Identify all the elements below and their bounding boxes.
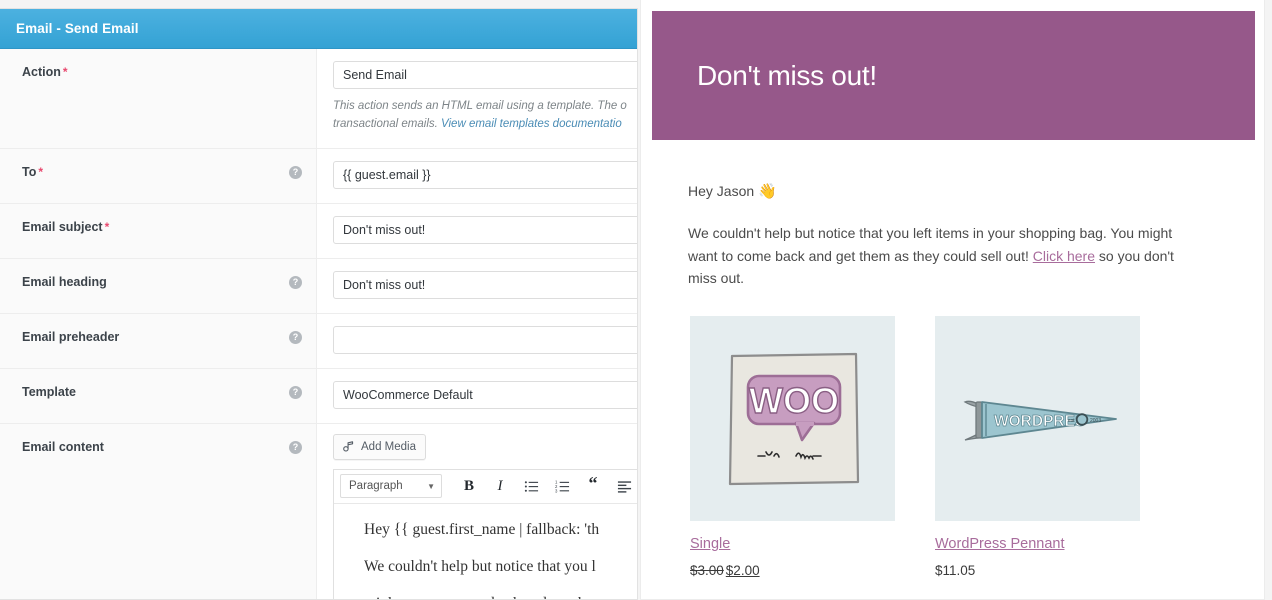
help-icon[interactable]: ? xyxy=(289,275,302,289)
editor-paragraph: might want to come back and get ther xyxy=(364,592,637,599)
field-label-template: Template xyxy=(22,384,76,399)
field-cell-email-subject: Don't miss out! xyxy=(317,203,637,258)
form-row-template: Template ? WooCommerce Default xyxy=(0,368,637,424)
chevron-down-icon: ▼ xyxy=(427,481,435,491)
price-original: $3.00 xyxy=(690,563,724,579)
svg-text:2003: 2003 xyxy=(1090,418,1101,424)
numbered-list-button[interactable]: 1 2 3 xyxy=(548,473,576,499)
product-item: WOO Single $3.00 $2.00 xyxy=(690,316,895,578)
product-thumbnail[interactable]: WOO xyxy=(690,316,895,522)
email-templates-doc-link[interactable]: View email templates documentatio xyxy=(441,118,622,130)
email-preview-heading: Don't miss out! xyxy=(697,59,877,91)
field-cell-template: WooCommerce Default xyxy=(317,368,637,423)
bulleted-list-button[interactable] xyxy=(517,473,545,499)
add-media-label: Add Media xyxy=(361,440,416,453)
description-line-1: This action sends an HTML email using a … xyxy=(333,100,627,112)
email-greeting: Hey Jason 👋 xyxy=(688,182,1229,200)
settings-form: Action * Send Email This action sends an … xyxy=(0,49,637,599)
add-media-icon xyxy=(341,440,355,454)
price-regular: $11.05 xyxy=(935,563,976,579)
to-input[interactable]: {{ guest.email }} xyxy=(333,160,637,189)
field-cell-action: Send Email This action sends an HTML ema… xyxy=(317,49,637,148)
editor-paragraph: We couldn't help but notice that you l xyxy=(364,557,596,575)
product-thumbnail[interactable]: WORDPRES est 2003 xyxy=(935,316,1140,522)
product-name-link[interactable]: Single xyxy=(690,536,895,552)
label-cell-template: Template ? xyxy=(0,368,317,423)
required-marker: * xyxy=(38,164,44,179)
required-marker: * xyxy=(62,65,68,79)
form-row-to: To * ? {{ guest.email }} xyxy=(0,148,637,204)
waving-hand-icon: 👋 xyxy=(758,183,777,200)
email-preview-panel: Don't miss out! Hey Jason 👋 We couldn't … xyxy=(640,0,1265,600)
help-icon[interactable]: ? xyxy=(289,330,302,344)
label-cell-email-heading: Email heading ? xyxy=(0,258,317,313)
form-row-email-subject: Email subject * Don't miss out! xyxy=(0,203,637,259)
label-cell-action: Action * xyxy=(0,49,317,148)
product-item: WORDPRES est 2003 WordPress Pennant $11.… xyxy=(935,316,1140,578)
label-cell-email-preheader: Email preheader ? xyxy=(0,313,317,368)
screenshot-root: Email - Send Email Action * Send Email Th… xyxy=(0,0,1272,600)
form-row-action: Action * Send Email This action sends an … xyxy=(0,49,637,149)
product-price: $11.05 xyxy=(935,563,1140,578)
price-sale: $2.00 xyxy=(725,563,760,579)
format-select-value: Paragraph xyxy=(349,480,403,493)
greeting-text: Hey Jason xyxy=(688,183,755,199)
required-marker: * xyxy=(104,219,110,234)
svg-text:WOO: WOO xyxy=(749,380,839,421)
form-row-email-content: Email content ? Add Media Paragraph ▼ B … xyxy=(0,423,637,599)
email-heading-input[interactable]: Don't miss out! xyxy=(333,270,637,299)
email-preheader-input[interactable] xyxy=(333,325,637,354)
field-label-action: Action * xyxy=(22,65,68,79)
action-select[interactable]: Send Email xyxy=(333,61,637,89)
email-preview-header: Don't miss out! xyxy=(652,11,1255,140)
help-icon[interactable]: ? xyxy=(289,385,302,399)
svg-text:3: 3 xyxy=(555,488,558,493)
format-select[interactable]: Paragraph ▼ xyxy=(340,474,442,499)
click-here-link[interactable]: Click here xyxy=(1033,248,1095,264)
action-description: This action sends an HTML email using a … xyxy=(333,98,637,134)
woo-the-single-album-cover-icon: WOO xyxy=(717,343,868,494)
form-row-email-heading: Email heading ? Don't miss out! xyxy=(0,258,637,314)
align-left-button[interactable] xyxy=(610,473,637,499)
editor-toolbar: Paragraph ▼ B I 1 2 3 “ xyxy=(334,469,637,504)
field-cell-email-preheader xyxy=(317,313,637,368)
metabox-header: Email - Send Email xyxy=(0,9,637,49)
field-label-to: To * xyxy=(22,164,44,179)
form-row-email-preheader: Email preheader ? xyxy=(0,313,637,369)
field-label-email-heading: Email heading xyxy=(22,274,107,289)
product-price: $3.00 $2.00 xyxy=(690,563,895,578)
field-label-email-subject: Email subject * xyxy=(22,219,110,234)
label-cell-email-subject: Email subject * xyxy=(0,203,317,258)
italic-button[interactable]: I xyxy=(486,473,514,499)
label-cell-email-content: Email content ? xyxy=(0,423,317,599)
metabox-title: Email - Send Email xyxy=(16,21,139,36)
template-select[interactable]: WooCommerce Default xyxy=(333,380,637,409)
field-label-email-content: Email content xyxy=(22,439,104,454)
email-action-metabox: Email - Send Email Action * Send Email Th… xyxy=(0,8,638,600)
field-cell-email-heading: Don't miss out! xyxy=(317,258,637,313)
help-icon[interactable]: ? xyxy=(289,440,302,454)
field-label-email-preheader: Email preheader xyxy=(22,329,120,344)
email-body-paragraph: We couldn't help but notice that you lef… xyxy=(688,222,1193,290)
label-cell-to: To * ? xyxy=(0,148,317,203)
field-cell-to: {{ guest.email }} xyxy=(317,148,637,203)
field-cell-email-content: Add Media Paragraph ▼ B I 1 2 3 “ Hey {{… xyxy=(317,423,637,599)
editor-paragraph: Hey {{ guest.first_name | fallback: 'th xyxy=(364,520,600,538)
description-line-2: transactional emails. View email templat… xyxy=(333,117,622,130)
blockquote-button[interactable]: “ xyxy=(579,473,607,499)
bold-button[interactable]: B xyxy=(455,473,483,499)
add-media-button[interactable]: Add Media xyxy=(333,433,426,460)
email-preview-body: Hey Jason 👋 We couldn't help but notice … xyxy=(641,140,1264,578)
svg-text:est: est xyxy=(1068,418,1075,424)
rich-text-editor: Paragraph ▼ B I 1 2 3 “ Hey {{guest.fir… xyxy=(333,468,637,599)
product-list: WOO Single $3.00 $2.00 WORDPRES est 2003… xyxy=(688,316,1229,578)
email-subject-input[interactable]: Don't miss out! xyxy=(333,215,637,244)
wordpress-pennant-icon: WORDPRES est 2003 xyxy=(950,353,1125,484)
editor-content-area[interactable]: Hey {{ guest.first_name | fallback: 'th … xyxy=(334,504,637,599)
product-name-link[interactable]: WordPress Pennant xyxy=(935,536,1140,552)
help-icon[interactable]: ? xyxy=(289,165,302,179)
